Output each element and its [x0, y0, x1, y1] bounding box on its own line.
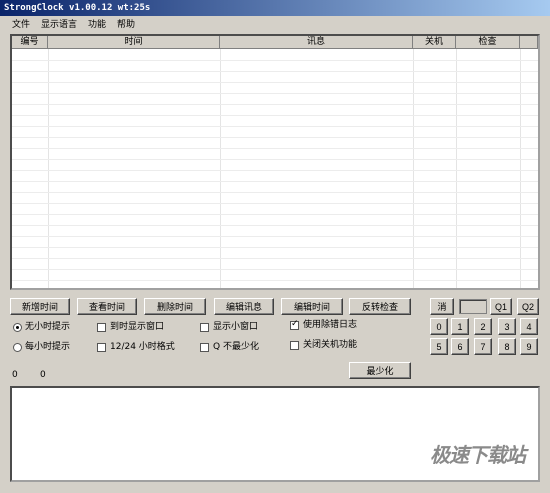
digit-2-button[interactable]: 2	[474, 318, 492, 335]
add-time-button[interactable]: 新增时间	[10, 298, 70, 315]
schedule-list[interactable]: 编号 时间 讯息 关机 检查	[10, 34, 540, 290]
grid-row-line	[12, 93, 538, 94]
menu-functions[interactable]: 功能	[88, 19, 106, 31]
column-header-message[interactable]: 讯息	[220, 36, 413, 49]
digit-8-button[interactable]: 8	[498, 338, 516, 355]
no-hourly-radio[interactable]	[13, 323, 22, 332]
format-12-24-label: 12/24 小时格式	[110, 342, 175, 352]
window-title: StrongClock v1.00.12 wt:25s	[0, 0, 550, 16]
column-header-time[interactable]: 时间	[48, 36, 220, 49]
grid-row-line	[12, 126, 538, 127]
hourly-radio[interactable]	[13, 343, 22, 352]
q2-button[interactable]: Q2	[517, 298, 539, 315]
delete-time-button[interactable]: 删除时间	[144, 298, 206, 315]
invert-check-button[interactable]: 反转检查	[349, 298, 411, 315]
grid-column-line	[520, 49, 521, 288]
show-small-window-checkbox[interactable]	[200, 323, 209, 332]
view-time-button[interactable]: 查看时间	[77, 298, 137, 315]
disable-shutdown-checkbox[interactable]	[290, 341, 299, 350]
q1-button[interactable]: Q1	[490, 298, 512, 315]
counter-b: 0	[40, 370, 46, 380]
grid-row-line	[12, 225, 538, 226]
grid-row-line	[12, 247, 538, 248]
edit-time-button[interactable]: 编辑时间	[281, 298, 343, 315]
menu-bar: 文件 显示语言 功能 帮助	[0, 16, 550, 34]
grid-row-line	[12, 170, 538, 171]
menu-file[interactable]: 文件	[12, 19, 30, 31]
grid-row-line	[12, 71, 538, 72]
column-header-id[interactable]: 编号	[12, 36, 48, 49]
menu-language[interactable]: 显示语言	[41, 19, 77, 31]
minimize-button[interactable]: 最少化	[349, 362, 411, 379]
digit-7-button[interactable]: 7	[474, 338, 492, 355]
grid-row-line	[12, 82, 538, 83]
digit-1-button[interactable]: 1	[451, 318, 469, 335]
grid-row-line	[12, 269, 538, 270]
digit-9-button[interactable]: 9	[520, 338, 538, 355]
grid-row-line	[12, 192, 538, 193]
show-window-on-time-label: 到时显示窗口	[110, 322, 165, 332]
column-header-check[interactable]: 检查	[456, 36, 520, 49]
grid-column-line	[220, 49, 221, 288]
column-header-filler	[520, 36, 538, 49]
grid-row-line	[12, 181, 538, 182]
format-12-24-checkbox[interactable]	[97, 343, 106, 352]
debug-log-label: 使用除错日志	[303, 320, 358, 330]
digit-6-button[interactable]: 6	[451, 338, 469, 355]
grid-column-line	[456, 49, 457, 288]
grid-row-line	[12, 258, 538, 259]
watermark-logo: 极速下载站	[430, 443, 526, 467]
grid-row-line	[12, 214, 538, 215]
column-header-shutdown[interactable]: 关机	[413, 36, 456, 49]
digit-3-button[interactable]: 3	[498, 318, 516, 335]
grid-row-line	[12, 115, 538, 116]
digit-4-button[interactable]: 4	[520, 318, 538, 335]
edit-message-button[interactable]: 编辑讯息	[214, 298, 274, 315]
menu-help[interactable]: 帮助	[117, 19, 135, 31]
grid-row-line	[12, 60, 538, 61]
grid-row-line	[12, 104, 538, 105]
q-no-minimize-checkbox[interactable]	[200, 343, 209, 352]
grid-row-line	[12, 137, 538, 138]
grid-row-line	[12, 159, 538, 160]
digit-0-button[interactable]: 0	[430, 318, 448, 335]
grid-column-line	[48, 49, 49, 288]
keypad-display	[459, 299, 487, 314]
q-no-minimize-label: Q 不最少化	[213, 342, 259, 352]
no-hourly-label: 无小时提示	[25, 322, 71, 332]
show-small-window-label: 显示小窗口	[213, 322, 259, 332]
show-window-on-time-checkbox[interactable]	[97, 323, 106, 332]
grid-column-line	[413, 49, 414, 288]
clear-button[interactable]: 消	[430, 298, 454, 315]
grid-row-line	[12, 280, 538, 281]
counter-a: 0	[12, 370, 18, 380]
grid-row-line	[12, 203, 538, 204]
hourly-label: 每小时提示	[25, 342, 71, 352]
grid-row-line	[12, 236, 538, 237]
disable-shutdown-label: 关闭关机功能	[303, 340, 358, 350]
debug-log-checkbox[interactable]	[290, 319, 299, 330]
digit-5-button[interactable]: 5	[430, 338, 448, 355]
grid-row-line	[12, 148, 538, 149]
